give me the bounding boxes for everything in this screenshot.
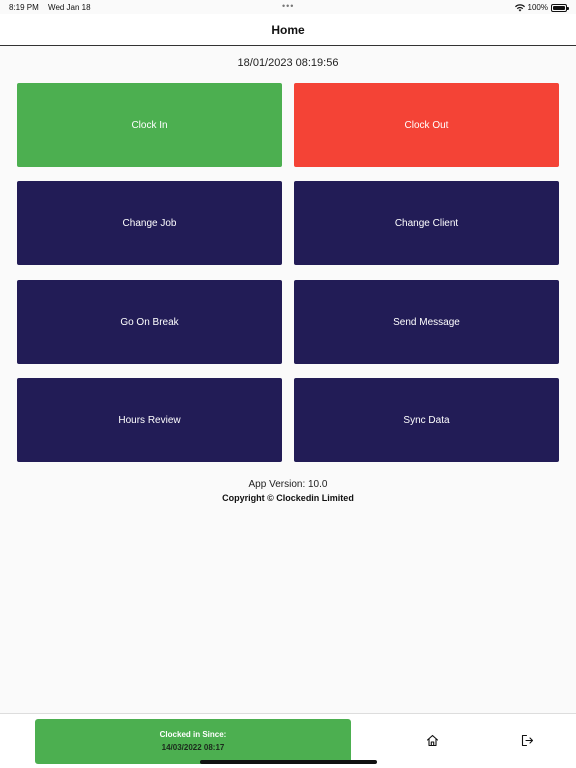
clocked-in-time: 14/03/2022 08:17 — [161, 743, 225, 752]
page-title: Home — [271, 23, 305, 37]
clock-in-label: Clock In — [131, 119, 168, 131]
hours-review-label: Hours Review — [118, 414, 181, 426]
logout-icon — [521, 734, 534, 747]
status-time: 8:19 PM — [9, 3, 39, 12]
change-job-label: Change Job — [122, 217, 177, 229]
battery-icon — [551, 3, 569, 12]
go-on-break-button[interactable]: Go On Break — [17, 280, 282, 364]
change-client-button[interactable]: Change Client — [294, 181, 559, 265]
go-on-break-label: Go On Break — [120, 316, 179, 328]
send-message-button[interactable]: Send Message — [294, 280, 559, 364]
sync-data-button[interactable]: Sync Data — [294, 378, 559, 462]
status-date: Wed Jan 18 — [48, 3, 91, 12]
multitasking-dots[interactable]: ••• — [282, 1, 294, 11]
app-version: App Version: 10.0 — [248, 479, 328, 490]
logout-button[interactable] — [521, 734, 534, 747]
bottom-bar: Clocked in Since: 14/03/2022 08:17 — [0, 713, 576, 768]
wifi-icon — [514, 3, 525, 11]
nav-bar: Home — [0, 14, 576, 46]
home-button[interactable] — [426, 734, 439, 747]
sync-data-label: Sync Data — [403, 414, 450, 426]
home-icon — [426, 734, 439, 747]
send-message-label: Send Message — [393, 316, 460, 328]
clocked-in-status: Clocked in Since: 14/03/2022 08:17 — [35, 719, 351, 764]
current-datetime: 18/01/2023 08:19:56 — [237, 57, 339, 69]
clock-out-label: Clock Out — [404, 119, 449, 131]
battery-percent: 100% — [527, 3, 548, 12]
status-right: 100% — [514, 3, 569, 12]
clock-in-button[interactable]: Clock In — [17, 83, 282, 167]
clock-out-button[interactable]: Clock Out — [294, 83, 559, 167]
change-job-button[interactable]: Change Job — [17, 181, 282, 265]
home-indicator[interactable] — [200, 760, 377, 764]
status-left: 8:19 PM Wed Jan 18 — [9, 3, 98, 12]
clocked-in-label: Clocked in Since: — [159, 730, 227, 739]
hours-review-button[interactable]: Hours Review — [17, 378, 282, 462]
copyright: Copyright © Clockedin Limited — [222, 493, 354, 503]
status-bar: 8:19 PM Wed Jan 18 ••• 100% — [0, 0, 576, 14]
change-client-label: Change Client — [394, 217, 459, 229]
